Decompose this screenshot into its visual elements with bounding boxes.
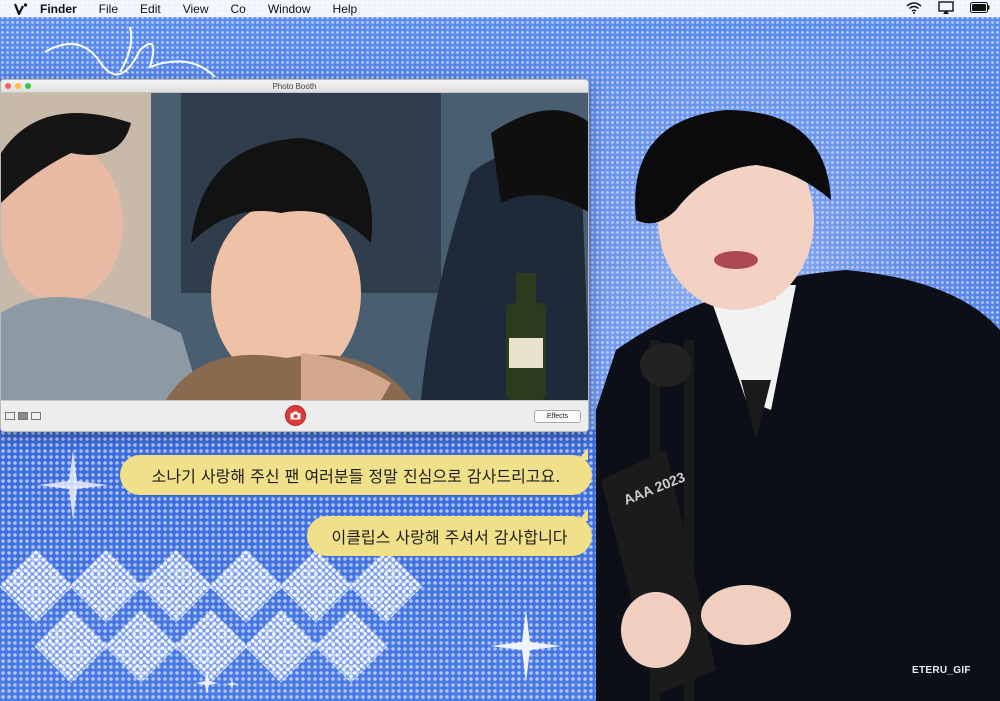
menu-window[interactable]: Window [268, 2, 311, 16]
window-title: Photo Booth [272, 82, 317, 91]
sparkle-icon [38, 450, 108, 520]
close-button[interactable] [5, 83, 11, 89]
speech-bubble-2: 이클립스 사랑해 주셔서 감사합니다 [307, 509, 592, 556]
bubble-tail [578, 448, 588, 460]
award-speech-photo: AAA 2023 [596, 110, 1000, 701]
signature-scribble-icon [44, 26, 216, 78]
battery-icon[interactable] [970, 2, 990, 13]
menu-help[interactable]: Help [333, 2, 358, 16]
camera-preview-illustration [1, 93, 588, 400]
photo-booth-toolbar: Effects [1, 400, 588, 431]
sparkle-icon [490, 610, 562, 682]
speech-text-1: 소나기 사랑해 주신 팬 여러분들 정말 진심으로 감사드리고요. [151, 467, 561, 486]
effects-button[interactable]: Effects [534, 410, 581, 423]
camera-icon [290, 411, 301, 420]
minimize-button[interactable] [15, 83, 21, 89]
single-view-icon[interactable] [18, 412, 28, 420]
take-photo-button[interactable] [285, 405, 306, 426]
award-speech-illustration: AAA 2023 [596, 110, 1000, 701]
sparkle-icon [226, 678, 238, 690]
menu-bar: Finder File Edit View Co Window Help [0, 0, 1000, 17]
filmstrip-view-icon[interactable] [31, 412, 41, 420]
menu-view[interactable]: View [183, 2, 209, 16]
menu-file[interactable]: File [99, 2, 118, 16]
app-logo-icon[interactable] [14, 2, 28, 15]
camera-preview-image [1, 93, 588, 400]
zoom-button[interactable] [25, 83, 31, 89]
airplay-icon[interactable] [938, 1, 954, 14]
photo-booth-window[interactable]: Photo Booth Effects [0, 79, 589, 432]
window-controls [5, 83, 31, 89]
speech-text-2: 이클립스 사랑해 주셔서 감사합니다 [331, 528, 568, 547]
sparkle-icon [196, 672, 218, 694]
menu-go[interactable]: Co [231, 2, 246, 16]
window-titlebar[interactable]: Photo Booth [1, 80, 588, 93]
menu-edit[interactable]: Edit [140, 2, 161, 16]
watermark: ETERU_GIF [912, 665, 971, 676]
speech-bubble-1: 소나기 사랑해 주신 팬 여러분들 정말 진심으로 감사드리고요. [120, 448, 592, 495]
wifi-icon[interactable] [906, 1, 922, 14]
bubble-tail [578, 509, 588, 521]
menu-finder[interactable]: Finder [40, 2, 77, 16]
grid-view-icon[interactable] [5, 412, 15, 420]
view-mode-switcher [5, 412, 41, 420]
